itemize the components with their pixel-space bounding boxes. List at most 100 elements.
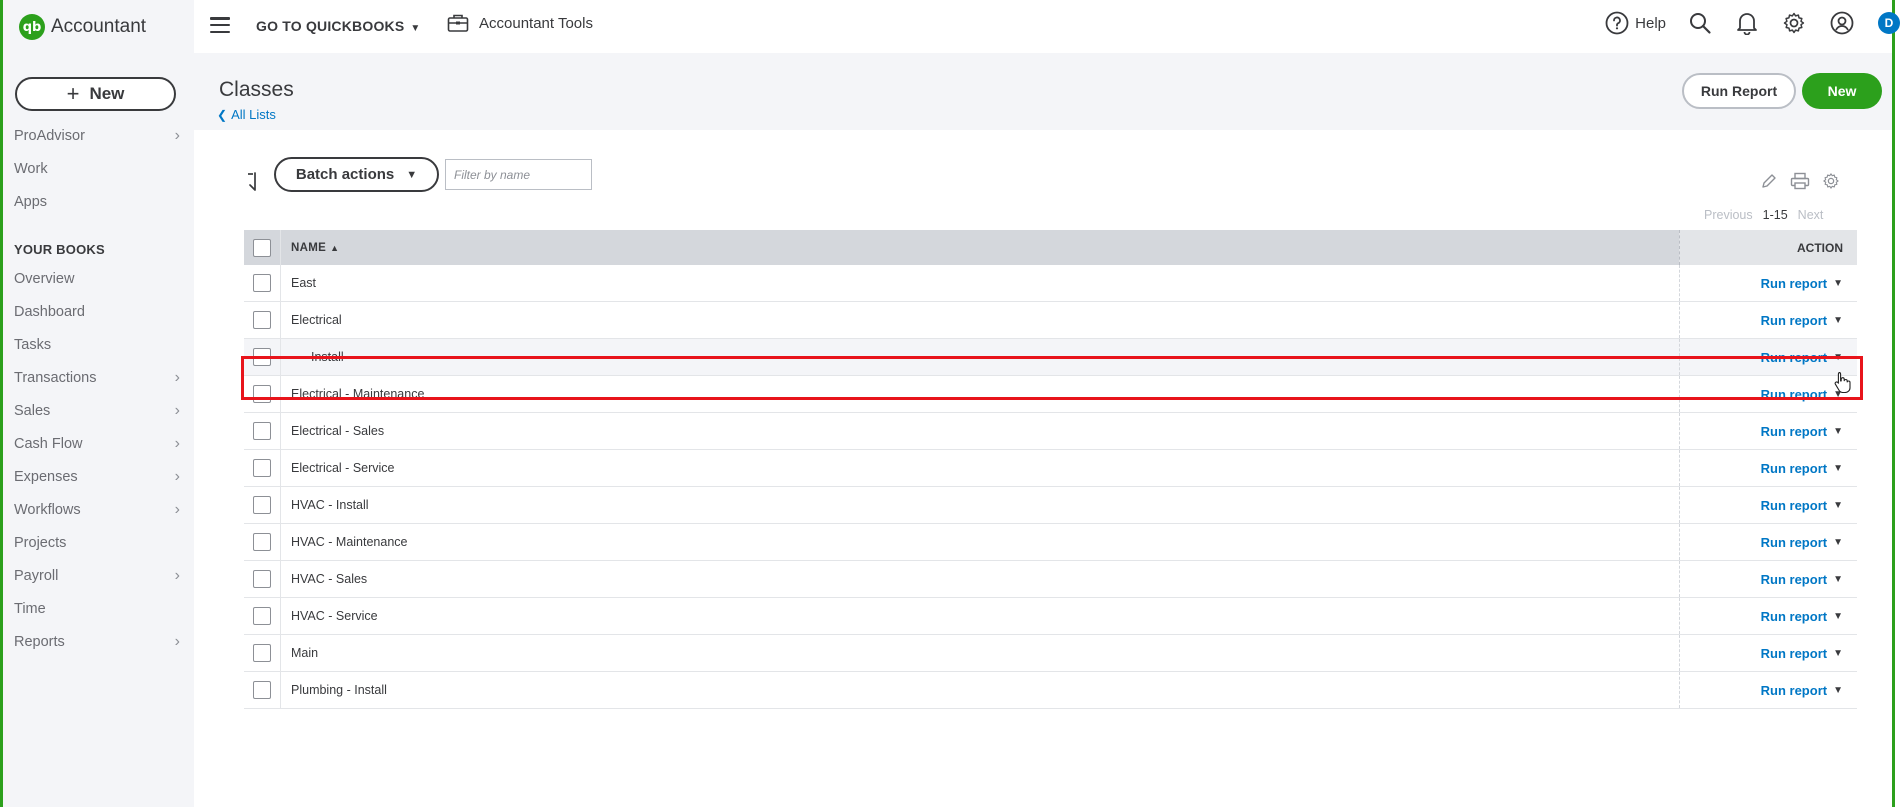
run-report-link[interactable]: Run report xyxy=(1761,424,1827,439)
class-name-cell: East xyxy=(291,276,317,290)
table-row[interactable]: Install Run report ▼ xyxy=(244,339,1857,376)
sidebar-item-tasks[interactable]: Tasks xyxy=(14,330,186,360)
row-checkbox[interactable] xyxy=(253,459,271,477)
pager-next[interactable]: Next xyxy=(1798,208,1824,222)
run-report-link[interactable]: Run report xyxy=(1761,276,1827,291)
brand[interactable]: qb Accountant xyxy=(19,14,146,40)
row-checkbox[interactable] xyxy=(253,496,271,514)
sidebar-item-workflows[interactable]: Workflows › xyxy=(14,495,186,525)
main-content: Batch actions ▼ Previous 1-15 Next NAME▲… xyxy=(194,130,1892,807)
chevron-down-icon[interactable]: ▼ xyxy=(1833,315,1843,326)
class-name-cell: Main xyxy=(291,646,319,660)
sidebar-item-time[interactable]: Time xyxy=(14,594,186,624)
sidebar-new-button[interactable]: + New xyxy=(15,77,176,111)
table-row[interactable]: Electrical - Sales Run report ▼ xyxy=(244,413,1857,450)
all-lists-link[interactable]: ❮ All Lists xyxy=(217,107,276,122)
run-report-link[interactable]: Run report xyxy=(1761,572,1827,587)
sidebar-item-label: Tasks xyxy=(14,337,52,353)
sidebar-item-transactions[interactable]: Transactions › xyxy=(14,363,186,393)
batch-actions-button[interactable]: Batch actions ▼ xyxy=(274,157,439,192)
table-row[interactable]: Electrical Run report ▼ xyxy=(244,302,1857,339)
menu-icon[interactable] xyxy=(210,17,230,33)
row-checkbox[interactable] xyxy=(253,385,271,403)
sidebar-item-label: Overview xyxy=(14,271,75,287)
chevron-down-icon[interactable]: ▼ xyxy=(1833,537,1843,548)
sidebar-item-cash-flow[interactable]: Cash Flow › xyxy=(14,429,186,459)
chevron-right-icon: › xyxy=(174,501,180,518)
sidebar-item-payroll[interactable]: Payroll › xyxy=(14,561,186,591)
row-checkbox[interactable] xyxy=(253,274,271,292)
chevron-down-icon[interactable]: ▼ xyxy=(1833,648,1843,659)
row-checkbox[interactable] xyxy=(253,681,271,699)
table-row[interactable]: HVAC - Sales Run report ▼ xyxy=(244,561,1857,598)
sidebar-item-expenses[interactable]: Expenses › xyxy=(14,462,186,492)
table-settings-gear-icon[interactable] xyxy=(1822,172,1840,195)
help-button[interactable]: Help xyxy=(1605,11,1666,35)
sidebar: qb Accountant + New ProAdvisor › Work Apps Y… xyxy=(3,0,194,807)
table-row[interactable]: HVAC - Maintenance Run report ▼ xyxy=(244,524,1857,561)
chevron-down-icon[interactable]: ▼ xyxy=(1833,611,1843,622)
profile-button[interactable] xyxy=(1830,11,1854,35)
pager-previous[interactable]: Previous xyxy=(1704,208,1753,222)
select-all-checkbox[interactable] xyxy=(253,238,271,257)
go-to-quickbooks-menu[interactable]: GO TO QUICKBOOKS ▼ xyxy=(256,18,421,34)
run-report-link[interactable]: Run report xyxy=(1761,461,1827,476)
table-row[interactable]: Electrical - Maintenance Run report ▼ xyxy=(244,376,1857,413)
row-checkbox[interactable] xyxy=(253,422,271,440)
chevron-down-icon[interactable]: ▼ xyxy=(1833,426,1843,437)
run-report-button[interactable]: Run Report xyxy=(1682,73,1796,109)
row-checkbox[interactable] xyxy=(253,533,271,551)
table-row[interactable]: HVAC - Service Run report ▼ xyxy=(244,598,1857,635)
sidebar-item-overview[interactable]: Overview xyxy=(14,264,186,294)
run-report-link[interactable]: Run report xyxy=(1761,609,1827,624)
run-report-link[interactable]: Run report xyxy=(1761,313,1827,328)
sidebar-item-label: Sales xyxy=(14,403,51,419)
qb-logo-icon: qb xyxy=(19,14,45,40)
notifications-button[interactable] xyxy=(1736,11,1758,35)
table-row[interactable]: HVAC - Install Run report ▼ xyxy=(244,487,1857,524)
chevron-down-icon[interactable]: ▼ xyxy=(1833,278,1843,289)
chevron-down-icon[interactable]: ▼ xyxy=(1833,574,1843,585)
print-icon[interactable] xyxy=(1790,172,1810,195)
settings-button[interactable] xyxy=(1782,11,1806,35)
table-row[interactable]: East Run report ▼ xyxy=(244,265,1857,302)
run-report-link[interactable]: Run report xyxy=(1761,387,1827,402)
sidebar-item-proadvisor[interactable]: ProAdvisor › xyxy=(14,121,186,151)
action-cell: Run report ▼ xyxy=(1679,524,1857,560)
run-report-link[interactable]: Run report xyxy=(1761,683,1827,698)
edit-pencil-icon[interactable] xyxy=(1760,172,1778,195)
row-checkbox[interactable] xyxy=(253,607,271,625)
chevron-down-icon[interactable]: ▼ xyxy=(1833,352,1843,363)
new-class-button[interactable]: New xyxy=(1802,73,1882,109)
row-checkbox[interactable] xyxy=(253,570,271,588)
sidebar-item-dashboard[interactable]: Dashboard xyxy=(14,297,186,327)
sidebar-item-label: ProAdvisor xyxy=(14,128,85,144)
chevron-down-icon: ▼ xyxy=(410,23,421,34)
name-column-header[interactable]: NAME ▲ xyxy=(281,242,1679,254)
run-report-link[interactable]: Run report xyxy=(1761,535,1827,550)
chevron-down-icon[interactable]: ▼ xyxy=(1833,463,1843,474)
sidebar-item-apps[interactable]: Apps xyxy=(14,187,186,217)
row-checkbox[interactable] xyxy=(253,348,271,366)
row-checkbox[interactable] xyxy=(253,644,271,662)
row-checkbox[interactable] xyxy=(253,311,271,329)
chevron-down-icon[interactable]: ▼ xyxy=(1833,500,1843,511)
run-report-link[interactable]: Run report xyxy=(1761,350,1827,365)
sidebar-new-label: New xyxy=(89,84,125,103)
table-row[interactable]: Plumbing - Install Run report ▼ xyxy=(244,672,1857,709)
sidebar-item-projects[interactable]: Projects xyxy=(14,528,186,558)
run-report-link[interactable]: Run report xyxy=(1761,498,1827,513)
sidebar-item-reports[interactable]: Reports › xyxy=(14,627,186,657)
sort-arrow-icon[interactable] xyxy=(246,172,260,198)
run-report-link[interactable]: Run report xyxy=(1761,646,1827,661)
avatar[interactable]: D xyxy=(1878,12,1900,34)
sidebar-item-work[interactable]: Work xyxy=(14,154,186,184)
sidebar-item-sales[interactable]: Sales › xyxy=(14,396,186,426)
chevron-down-icon[interactable]: ▼ xyxy=(1833,685,1843,696)
accountant-tools-button[interactable]: Accountant Tools xyxy=(447,13,593,33)
search-button[interactable] xyxy=(1688,11,1712,35)
table-row[interactable]: Main Run report ▼ xyxy=(244,635,1857,672)
chevron-right-icon: › xyxy=(174,369,180,386)
filter-by-name-input[interactable] xyxy=(445,159,592,190)
table-row[interactable]: Electrical - Service Run report ▼ xyxy=(244,450,1857,487)
